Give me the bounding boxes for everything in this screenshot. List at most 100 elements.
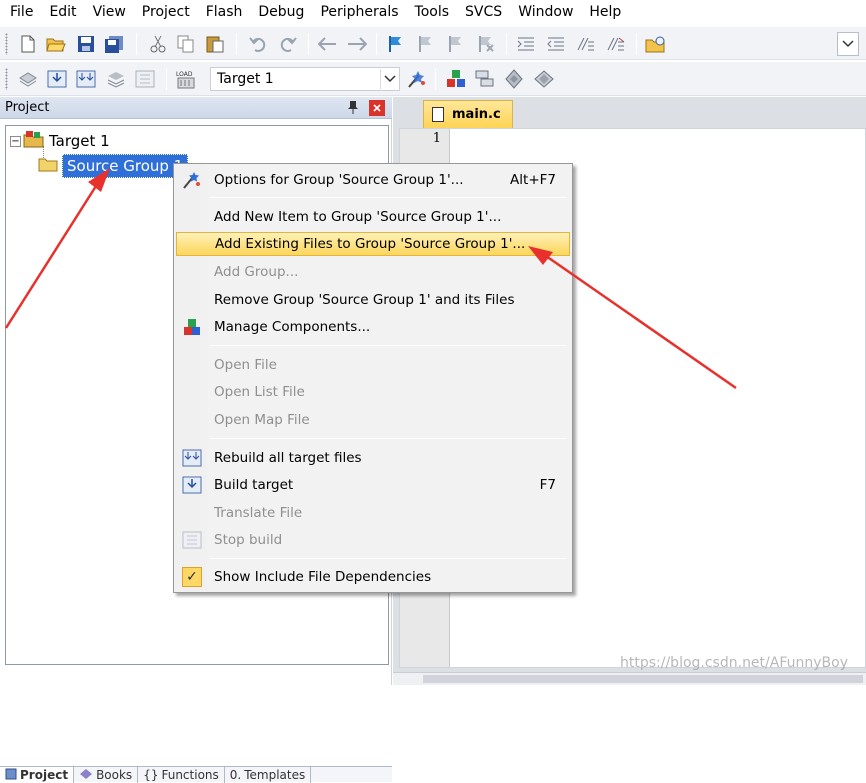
build-icon[interactable] (45, 67, 69, 91)
target-select[interactable]: Target 1 (210, 67, 400, 91)
scrollbar-thumb[interactable] (423, 675, 863, 683)
save-icon[interactable] (74, 32, 98, 56)
tab-functions[interactable]: {} Functions (138, 767, 225, 783)
file-extensions-icon[interactable] (473, 67, 497, 91)
menu-debug[interactable]: Debug (250, 1, 312, 23)
menu-item-open-list-file[interactable]: Open List File (176, 380, 570, 404)
tab-books-label: Books (96, 768, 133, 782)
menu-item-label: Open Map File (214, 412, 310, 428)
menu-item-shortcut: Alt+F7 (510, 172, 556, 188)
toolbar-grip[interactable] (5, 33, 8, 55)
new-file-icon[interactable] (16, 32, 40, 56)
tab-project[interactable]: Project (0, 767, 75, 783)
menu-view[interactable]: View (85, 1, 134, 23)
menu-item-show-include-deps[interactable]: ✓ Show Include File Dependencies (176, 565, 570, 589)
menu-item-add-existing-files[interactable]: Add Existing Files to Group 'Source Grou… (176, 232, 570, 256)
pin-icon[interactable] (348, 100, 358, 117)
stop-build-icon (182, 531, 202, 549)
close-panel-button[interactable] (369, 100, 385, 116)
toolbar-separator (136, 33, 137, 55)
check-icon: ✓ (182, 567, 202, 587)
tree-node-target[interactable]: − Target 1 (10, 130, 110, 152)
batch-build-icon[interactable] (104, 67, 128, 91)
tab-main-c[interactable]: main.c (423, 100, 513, 128)
horizontal-scrollbar[interactable] (393, 672, 866, 685)
build-icon (182, 476, 202, 494)
menu-file[interactable]: File (0, 1, 41, 23)
uncomment-icon[interactable] (604, 32, 628, 56)
tab-templates-label: Templates (244, 768, 306, 782)
indent-icon[interactable] (514, 32, 538, 56)
save-all-icon[interactable] (102, 32, 126, 56)
menu-flash[interactable]: Flash (198, 1, 251, 23)
menu-edit[interactable]: Edit (41, 1, 84, 23)
menu-item-label: Remove Group 'Source Group 1' and its Fi… (214, 292, 515, 308)
toolbar-grip[interactable] (5, 68, 8, 90)
bookmark-prev-icon[interactable] (414, 32, 438, 56)
menu-item-open-map-file[interactable]: Open Map File (176, 408, 570, 432)
menu-item-label: Build target (214, 477, 294, 493)
toolbar-separator (506, 33, 507, 55)
menu-item-stop-build[interactable]: Stop build (176, 528, 570, 552)
menu-item-add-group[interactable]: Add Group... (176, 260, 570, 284)
svg-text:LOAD: LOAD (176, 71, 193, 78)
pack-installer-icon[interactable] (532, 67, 556, 91)
toolbar-overflow-dropdown[interactable] (837, 32, 859, 56)
stop-build-icon[interactable] (133, 67, 157, 91)
manage-components-icon (182, 318, 202, 336)
comment-icon[interactable] (574, 32, 598, 56)
manage-components-icon[interactable] (444, 67, 468, 91)
target-select-value: Target 1 (217, 71, 274, 87)
menu-peripherals[interactable]: Peripherals (312, 1, 406, 23)
menu-item-label: Add Existing Files to Group 'Source Grou… (215, 236, 526, 252)
rebuild-icon (182, 449, 202, 467)
nav-forward-icon[interactable] (345, 32, 369, 56)
menu-item-open-file[interactable]: Open File (176, 353, 570, 377)
menu-item-manage-components[interactable]: Manage Components... (176, 315, 570, 339)
unindent-icon[interactable] (544, 32, 568, 56)
menu-separator (210, 558, 566, 559)
tab-templates[interactable]: 0. Templates (225, 767, 312, 783)
menu-item-label: Rebuild all target files (214, 450, 362, 466)
bookmark-next-icon[interactable] (444, 32, 468, 56)
menu-item-remove-group[interactable]: Remove Group 'Source Group 1' and its Fi… (176, 288, 570, 312)
translate-icon[interactable] (16, 67, 40, 91)
open-folder-icon[interactable] (44, 32, 68, 56)
download-load-icon[interactable]: LOAD (174, 67, 198, 91)
menu-window[interactable]: Window (510, 1, 581, 23)
select-software-packs-icon[interactable] (502, 67, 526, 91)
menu-item-label: Translate File (214, 505, 303, 521)
functions-icon: {} (143, 768, 159, 782)
menu-item-options-for-group[interactable]: Options for Group 'Source Group 1'... Al… (176, 168, 570, 192)
menu-project[interactable]: Project (134, 1, 198, 23)
templates-icon: 0. (229, 768, 242, 782)
menu-help[interactable]: Help (581, 1, 629, 23)
options-for-target-icon[interactable] (405, 67, 429, 91)
cut-icon[interactable] (146, 32, 170, 56)
chevron-down-icon[interactable] (380, 69, 398, 89)
menu-svcs[interactable]: SVCS (457, 1, 510, 23)
folder-icon (38, 156, 58, 176)
redo-icon[interactable] (276, 32, 300, 56)
nav-back-icon[interactable] (316, 32, 340, 56)
toolbar-separator (376, 33, 377, 55)
menu-item-rebuild-all[interactable]: Rebuild all target files (176, 446, 570, 470)
menu-item-label: Stop build (214, 532, 283, 548)
tab-books[interactable]: Books (74, 767, 139, 783)
menu-item-translate-file[interactable]: Translate File (176, 501, 570, 525)
menu-tools[interactable]: Tools (407, 1, 458, 23)
menu-item-label: Show Include File Dependencies (214, 569, 432, 585)
menu-item-add-new-item[interactable]: Add New Item to Group 'Source Group 1'..… (176, 205, 570, 229)
panel-title: Project (5, 100, 50, 115)
copy-icon[interactable] (174, 32, 198, 56)
undo-icon[interactable] (246, 32, 270, 56)
collapse-icon[interactable]: − (10, 135, 21, 147)
paste-icon[interactable] (203, 32, 227, 56)
rebuild-icon[interactable] (74, 67, 98, 91)
project-panel-header: Project (0, 97, 392, 119)
menu-item-build-target[interactable]: Build target F7 (176, 473, 570, 497)
find-in-files-icon[interactable] (644, 32, 668, 56)
bookmark-clear-icon[interactable] (474, 32, 498, 56)
bookmark-icon[interactable] (384, 32, 408, 56)
tree-node-group[interactable]: Source Group 1 (38, 154, 189, 178)
